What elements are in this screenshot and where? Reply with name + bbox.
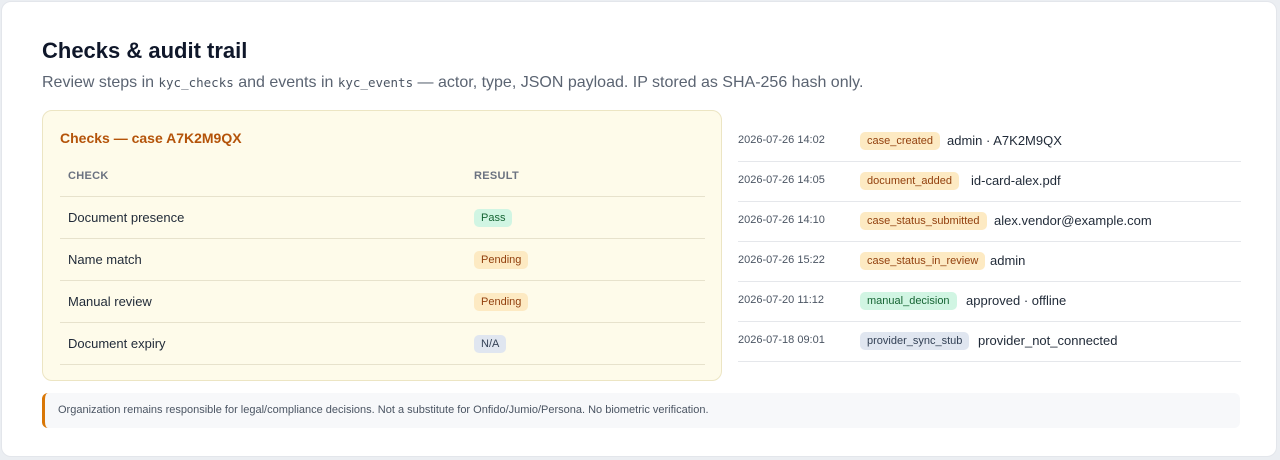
event-type-badge: case_status_in_review [860,252,986,270]
checks-panel-title: Checks — case A7K2M9QX [60,130,242,146]
result-cell: N/A [466,322,705,365]
table-row: Document expiry N/A [60,322,705,365]
event-timestamp: 2026-07-26 15:22 [738,254,825,266]
table-row: Name match Pending [60,238,705,281]
event-type-badge: manual_decision [860,292,957,310]
event-type-badge: document_added [860,172,960,190]
event-detail: id-card-alex.pdf [971,173,1061,188]
status-badge: Pass [474,208,513,227]
page-subtitle: Review steps in kyc_checks and events in… [42,74,863,92]
event-detail: provider_not_connected [978,333,1118,348]
column-header-check: CHECK [60,155,466,197]
event-timestamp: 2026-07-26 14:10 [738,214,825,226]
check-name: Document expiry [60,322,466,365]
audit-event-list: 2026-07-26 14:02 case_created admin · A7… [738,122,1241,362]
page-title: Checks & audit trail [42,38,248,63]
event-row: 2026-07-26 14:02 case_created admin · A7… [738,122,1241,162]
checks-panel: Checks — case A7K2M9QX CHECK RESULT Docu… [42,110,722,381]
compliance-disclaimer: Organization remains responsible for leg… [42,393,1240,428]
event-row: 2026-07-18 09:01 provider_sync_stub prov… [738,322,1241,362]
check-name: Document presence [60,196,466,239]
status-badge: Pending [474,292,529,311]
event-detail: approved · offline [966,293,1067,308]
check-name: Manual review [60,280,466,323]
event-type-badge: case_created [860,132,941,150]
subtitle-text-1: Review steps in [42,74,159,91]
status-badge: N/A [474,334,507,353]
checks-table: CHECK RESULT Document presence Pass Name… [60,155,705,365]
subtitle-text-2: and events in [233,74,338,91]
event-type-badge: case_status_submitted [860,212,987,230]
event-row: 2026-07-26 14:05 document_added id-card-… [738,162,1241,202]
subtitle-code-events: kyc_events [337,75,414,90]
event-type-badge: provider_sync_stub [860,332,970,350]
column-header-result: RESULT [466,155,705,197]
table-row: Manual review Pending [60,280,705,323]
event-timestamp: 2026-07-26 14:02 [738,134,825,146]
result-cell: Pending [466,280,705,323]
result-cell: Pending [466,238,705,281]
event-timestamp: 2026-07-26 14:05 [738,174,825,186]
disclaimer-text: Organization remains responsible for leg… [58,404,709,416]
checks-audit-card: Checks & audit trail Review steps in kyc… [1,1,1277,457]
event-detail: admin · A7K2M9QX [947,133,1062,148]
event-row: 2026-07-26 14:10 case_status_submitted a… [738,202,1241,242]
event-row: 2026-07-20 11:12 manual_decision approve… [738,282,1241,322]
result-cell: Pass [466,196,705,239]
event-timestamp: 2026-07-18 09:01 [738,334,825,346]
checks-table-header: CHECK RESULT [60,155,705,197]
status-badge: Pending [474,250,529,269]
check-name: Name match [60,238,466,281]
table-row: Document presence Pass [60,196,705,239]
event-detail: admin [990,253,1026,268]
subtitle-code-checks: kyc_checks [158,75,234,90]
event-timestamp: 2026-07-20 11:12 [738,294,825,306]
event-row: 2026-07-26 15:22 case_status_in_review a… [738,242,1241,282]
event-detail: alex.vendor@example.com [994,213,1152,228]
subtitle-text-3: — actor, type, JSON payload. IP stored a… [413,74,864,91]
